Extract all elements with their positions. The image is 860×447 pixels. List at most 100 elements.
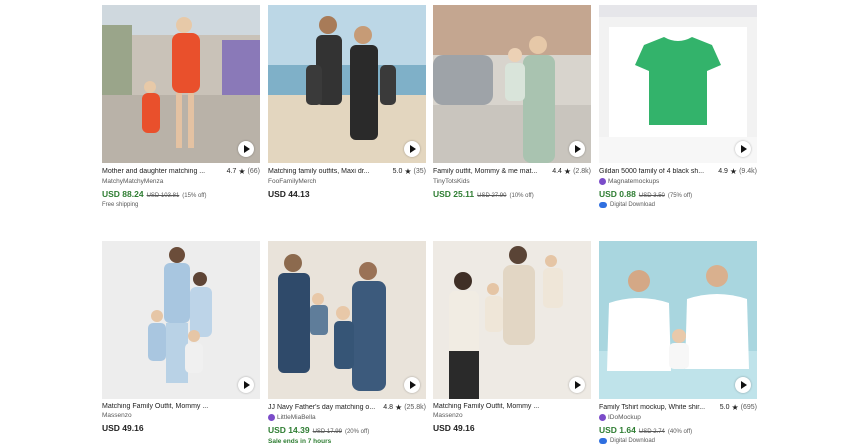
product-card[interactable]: Matching Family Outfit, Mommy ... Massen… <box>102 241 260 433</box>
review-count: (25.8k) <box>404 404 426 411</box>
price: USD 49.16 <box>433 423 591 433</box>
photo-family-light-blue <box>102 241 260 399</box>
rating-value: 4.4 <box>552 168 562 175</box>
product-image[interactable] <box>433 5 591 163</box>
original-price: USD 2.74 <box>638 429 665 435</box>
product-title[interactable]: Family outfit, Mommy & me mat... <box>433 168 537 175</box>
photo-family-beach <box>268 5 426 163</box>
product-title[interactable]: Matching Family Outfit, Mommy ... <box>433 403 539 410</box>
digital-download: Digital Download <box>599 202 757 208</box>
current-price: USD 0.88 <box>599 189 636 199</box>
discount: (10% off) <box>509 193 534 199</box>
product-title[interactable]: JJ Navy Father's day matching o... <box>268 404 375 411</box>
product-card[interactable]: JJ Navy Father's day matching o... 4.8 ★… <box>268 241 426 445</box>
shop-name[interactable]: IDoMockup <box>599 414 757 421</box>
price: USD 44.13 <box>268 189 426 199</box>
rating-value: 5.0 <box>719 404 730 411</box>
shop-label: Massenzo <box>102 412 132 419</box>
shop-label: IDoMockup <box>608 414 641 421</box>
play-icon[interactable] <box>404 377 420 393</box>
product-image[interactable] <box>102 5 260 163</box>
star-seller-badge-icon <box>599 178 606 185</box>
product-card[interactable]: Gildan 5000 family of 4 black sh... 4.9 … <box>599 5 757 208</box>
play-icon[interactable] <box>569 141 585 157</box>
product-image[interactable] <box>268 241 426 399</box>
original-price: USD 103.81 <box>146 193 180 199</box>
product-card[interactable]: Family Tshirt mockup, White shir... 5.0 … <box>599 241 757 444</box>
rating: 4.7 ★ (66) <box>227 167 260 176</box>
free-shipping: Free shipping <box>102 202 139 208</box>
product-image[interactable] <box>599 5 757 163</box>
rating: 4.9 ★ (9.4k) <box>718 167 757 176</box>
current-price: USD 88.24 <box>102 189 144 199</box>
star-icon: ★ <box>238 167 246 176</box>
star-icon: ★ <box>729 167 738 176</box>
original-price: USD 17.99 <box>312 429 342 435</box>
original-price: USD 3.50 <box>638 193 665 199</box>
discount: (20% off) <box>344 429 370 435</box>
product-card[interactable]: Mother and daughter matching ... 4.7 ★ (… <box>102 5 260 208</box>
current-price: USD 44.13 <box>268 189 310 199</box>
rating: 5.0 ★ (695) <box>720 403 757 412</box>
shop-name[interactable]: Massenzo <box>433 412 591 419</box>
product-image[interactable] <box>599 241 757 399</box>
product-card[interactable]: Matching family outfits, Maxi dr... 5.0 … <box>268 5 426 199</box>
rating-value: 4.9 <box>718 168 728 175</box>
current-price: USD 49.16 <box>102 423 144 433</box>
digital-download-label: Digital Download <box>610 202 656 208</box>
product-title[interactable]: Family Tshirt mockup, White shir... <box>599 404 705 411</box>
review-count: (9.4k) <box>739 168 757 175</box>
star-seller-badge-icon <box>599 414 606 421</box>
product-title[interactable]: Matching family outfits, Maxi dr... <box>268 168 370 175</box>
current-price: USD 25.11 <box>433 189 475 199</box>
shop-label: FooFamilyMerch <box>268 178 317 185</box>
sale-ends: Sale ends in 7 hours <box>268 438 332 445</box>
play-icon[interactable] <box>569 377 585 393</box>
play-icon[interactable] <box>238 141 254 157</box>
price: USD 49.16 <box>102 423 260 433</box>
current-price: USD 14.39 <box>268 425 310 435</box>
product-title[interactable]: Mother and daughter matching ... <box>102 168 205 175</box>
shop-name[interactable]: Massenzo <box>102 412 260 419</box>
product-image[interactable] <box>102 241 260 399</box>
rating: 5.0 ★ (35) <box>393 167 426 176</box>
photo-mother-daughter-street <box>102 5 260 163</box>
digital-download-label: Digital Download <box>610 438 656 444</box>
review-count: (66) <box>247 168 260 175</box>
product-title[interactable]: Gildan 5000 family of 4 black sh... <box>599 168 704 175</box>
shop-label: Massenzo <box>433 412 463 419</box>
review-count: (2.8k) <box>573 168 591 175</box>
photo-family-navy-gingham <box>268 241 426 399</box>
play-icon[interactable] <box>735 141 751 157</box>
shop-name[interactable]: MatchyMatchyMenza <box>102 178 260 185</box>
product-card[interactable]: Family outfit, Mommy & me mat... 4.4 ★ (… <box>433 5 591 199</box>
current-price: USD 1.64 <box>599 425 636 435</box>
cloud-download-icon <box>599 202 607 208</box>
review-count: (35) <box>413 168 426 175</box>
cloud-download-icon <box>599 438 607 444</box>
shop-label: MatchyMatchyMenza <box>102 178 164 185</box>
shop-name[interactable]: Magnatemockups <box>599 178 757 185</box>
review-count: (695) <box>740 404 757 411</box>
product-card[interactable]: Matching Family Outfit, Mommy ... Massen… <box>433 241 591 433</box>
product-title[interactable]: Matching Family Outfit, Mommy ... <box>102 403 208 410</box>
shop-name[interactable]: LittleMiaBella <box>268 414 426 421</box>
product-image[interactable] <box>433 241 591 399</box>
photo-green-tshirt-mockup <box>599 5 757 163</box>
shop-name[interactable]: FooFamilyMerch <box>268 178 426 185</box>
play-icon[interactable] <box>404 141 420 157</box>
rating-value: 4.8 <box>383 404 394 411</box>
shop-label: LittleMiaBella <box>277 414 316 421</box>
play-icon[interactable] <box>735 377 751 393</box>
play-icon[interactable] <box>238 377 254 393</box>
star-icon: ★ <box>395 403 403 412</box>
product-image[interactable] <box>268 5 426 163</box>
shop-name[interactable]: TinyTotsKids <box>433 178 591 185</box>
digital-download: Digital Download <box>599 438 757 444</box>
price: USD 14.39 USD 17.99 (20% off) <box>268 425 426 435</box>
star-icon: ★ <box>404 167 412 176</box>
photo-family-tshirt-mockup-bed <box>599 241 757 399</box>
current-price: USD 49.16 <box>433 423 475 433</box>
rating: 4.8 ★ (25.8k) <box>383 403 426 412</box>
discount: (15% off) <box>182 193 207 199</box>
